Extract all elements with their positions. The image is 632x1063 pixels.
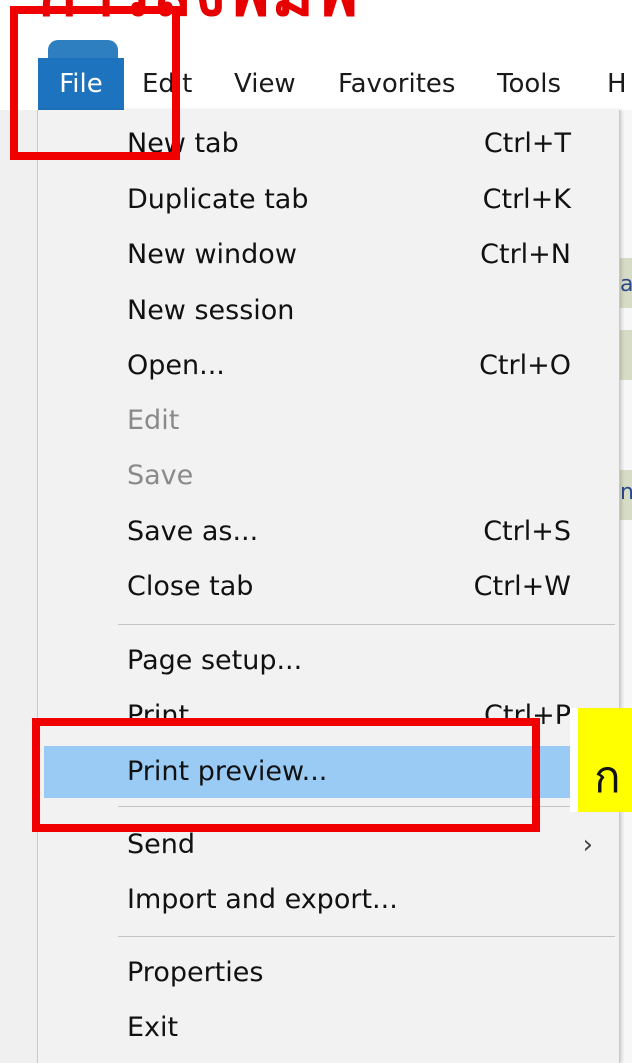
- menu-item-label: New window: [127, 239, 297, 270]
- menu-item-edit-disabled: Edit: [38, 395, 619, 447]
- menu-item-new-window[interactable]: New window Ctrl+N: [38, 229, 619, 281]
- menu-separator: [118, 936, 615, 937]
- chevron-right-icon: ›: [582, 830, 593, 860]
- menu-item-new-session[interactable]: New session: [38, 285, 619, 337]
- menubar-favorites[interactable]: Favorites: [338, 58, 455, 110]
- menu-item-label: Save: [127, 460, 194, 491]
- annotation-box-print-preview: [32, 718, 540, 832]
- menu-item-duplicate-tab[interactable]: Duplicate tab Ctrl+K: [38, 174, 619, 226]
- callout-text: ก: [594, 752, 621, 803]
- screenshot-stage: การสั่งพิมพ์ File Edit View Favorites To…: [0, 0, 632, 1063]
- menu-item-label: Open...: [127, 350, 225, 381]
- menu-item-shortcut: Ctrl+N: [480, 239, 571, 270]
- menu-item-import-export[interactable]: Import and export...: [38, 874, 619, 926]
- menu-item-label: Properties: [127, 957, 264, 988]
- menu-item-label: Duplicate tab: [127, 184, 309, 215]
- menu-item-shortcut: Ctrl+K: [482, 184, 571, 215]
- menu-item-open[interactable]: Open... Ctrl+O: [38, 340, 619, 392]
- menu-item-label: Close tab: [127, 571, 254, 602]
- menu-item-label: Exit: [127, 1012, 179, 1043]
- menu-item-save-as[interactable]: Save as... Ctrl+S: [38, 506, 619, 558]
- menu-item-label: Edit: [127, 405, 180, 436]
- menubar-help[interactable]: H: [607, 58, 627, 110]
- menu-item-shortcut: Ctrl+O: [479, 350, 571, 381]
- menu-item-save-disabled: Save: [38, 450, 619, 502]
- menu-item-label: Import and export...: [127, 884, 398, 915]
- menubar-tools[interactable]: Tools: [497, 58, 561, 110]
- callout-edge: [570, 708, 578, 812]
- menu-item-properties[interactable]: Properties: [38, 947, 619, 999]
- page-content-letter: a: [620, 272, 632, 297]
- menubar-view[interactable]: View: [234, 58, 296, 110]
- page-content-letter: n: [620, 480, 632, 505]
- menu-item-label: Page setup...: [127, 645, 303, 676]
- menu-item-close-tab[interactable]: Close tab Ctrl+W: [38, 561, 619, 613]
- file-menu-dropdown: New tab Ctrl+T Duplicate tab Ctrl+K New …: [37, 110, 620, 1063]
- menu-item-exit[interactable]: Exit: [38, 1002, 619, 1054]
- menu-item-label: New session: [127, 295, 295, 326]
- menu-item-page-setup[interactable]: Page setup...: [38, 635, 619, 687]
- menu-separator: [118, 624, 615, 625]
- menu-item-shortcut: Ctrl+W: [473, 571, 571, 602]
- menu-item-shortcut: Ctrl+S: [483, 516, 571, 547]
- annotation-box-file: [10, 6, 180, 160]
- menu-item-shortcut: Ctrl+T: [483, 128, 571, 159]
- menu-item-label: Save as...: [127, 516, 259, 547]
